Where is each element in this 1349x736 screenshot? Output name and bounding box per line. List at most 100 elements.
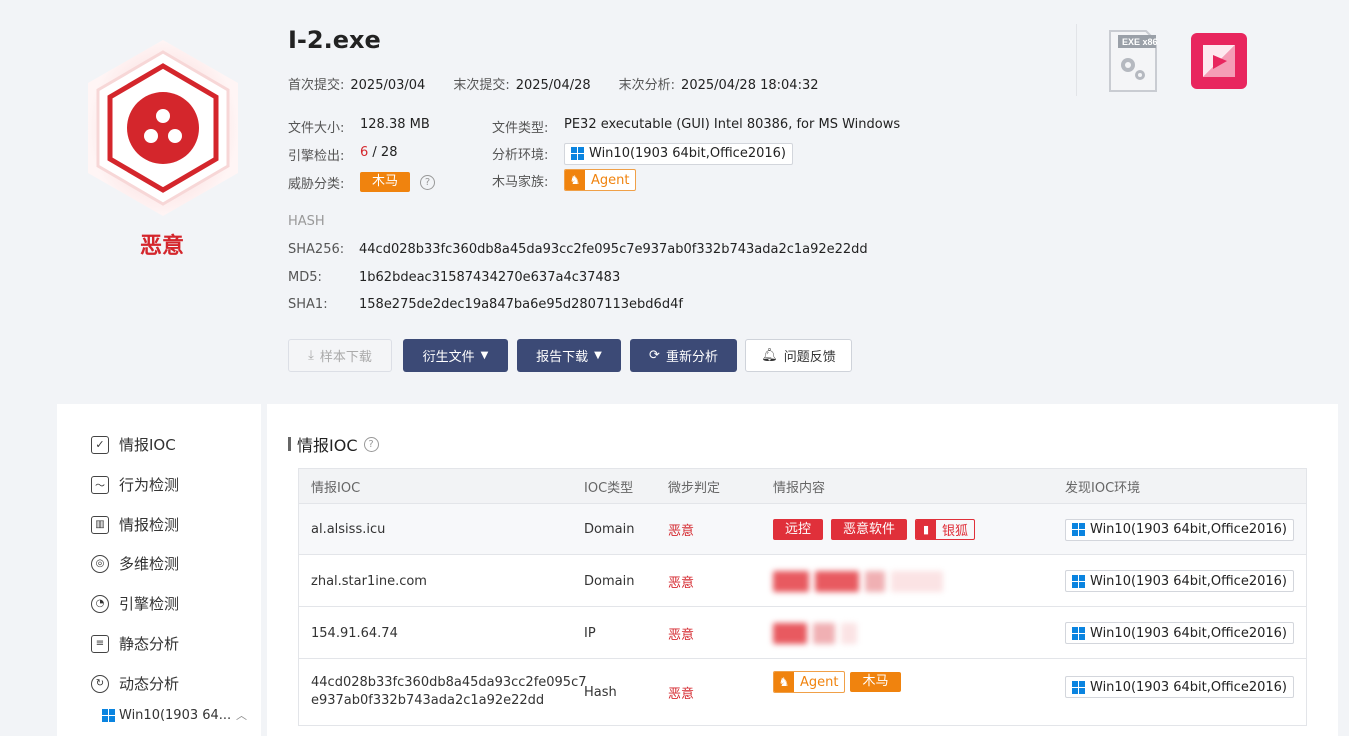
file-name: I-2.exe bbox=[288, 26, 381, 54]
verdict-label: 恶意 bbox=[139, 234, 184, 259]
sha256-value[interactable]: 44cd028b33fc360db8a45da93cc2fe095c7e937a… bbox=[359, 242, 868, 257]
table-row[interactable]: 154.91.64.74 IP 恶意 Win10(1903 64bit,Offi… bbox=[299, 607, 1306, 659]
reanalyze-button[interactable]: ⟳ 重新分析 bbox=[630, 339, 737, 372]
ioc-verdict: 恶意 bbox=[668, 686, 695, 702]
table-row[interactable]: 44cd028b33fc360db8a45da93cc2fe095c7 e937… bbox=[299, 659, 1306, 725]
ioc-verdict: 恶意 bbox=[668, 524, 695, 539]
monitor-icon: 〜 bbox=[91, 475, 109, 494]
table-row[interactable]: al.alsiss.icu Domain 恶意 远控 恶意软件 ▮ 银狐 Win1… bbox=[299, 504, 1306, 555]
last-analysis-value: 2025/04/28 18:04:32 bbox=[681, 78, 819, 93]
windows-icon bbox=[571, 147, 584, 160]
intel-tags-redacted bbox=[773, 555, 949, 607]
layout-icon: ▥ bbox=[91, 515, 109, 534]
section-title: 情报IOC ? bbox=[288, 432, 379, 456]
ioc-panel: 情报IOC ? 情报IOC IOC类型 微步判定 情报内容 发现IOC环境 al… bbox=[267, 404, 1338, 736]
horse-icon: ♞ bbox=[565, 170, 585, 190]
env-label: 分析环境: bbox=[492, 147, 549, 163]
refresh-icon: ⟳ bbox=[649, 348, 660, 363]
ioc-value[interactable]: 154.91.64.74 bbox=[311, 607, 398, 659]
md5-value[interactable]: 1b62bdeac31587434270e637a4c37483 bbox=[359, 270, 620, 285]
file-type-label: 文件类型: bbox=[492, 121, 549, 136]
submission-dates: 首次提交: 2025/03/04 末次提交: 2025/04/28 末次分析: 2025/… bbox=[288, 74, 825, 93]
chevron-down-icon: ▼ bbox=[594, 350, 602, 361]
ioc-verdict: 恶意 bbox=[668, 575, 695, 591]
sidebar-item-intel-detection[interactable]: ▥ 情报检测 bbox=[91, 514, 179, 535]
sidebar-item-dynamic[interactable]: ↻ 动态分析 bbox=[91, 673, 179, 694]
malicious-badge-icon bbox=[83, 38, 243, 218]
derived-files-button[interactable]: 衍生文件 ▼ bbox=[403, 339, 508, 372]
windows-icon bbox=[1072, 574, 1085, 588]
ioc-value[interactable]: zhal.star1ine.com bbox=[311, 555, 427, 607]
intel-tags: ♞ Agent 木马 bbox=[773, 659, 901, 705]
family-label: 木马家族: bbox=[492, 174, 549, 190]
sidebar-item-behavior[interactable]: 〜行为检测 bbox=[91, 474, 179, 495]
file-summary: 恶意 I-2.exe 首次提交: 2025/03/04 末次提交: 2025/04/2… bbox=[0, 0, 1349, 400]
chevron-down-icon: ▼ bbox=[480, 350, 489, 361]
threat-tag[interactable]: 木马 bbox=[360, 172, 411, 192]
column-header: 发现IOC环境 bbox=[1065, 481, 1141, 496]
horse-icon: ♞ bbox=[774, 672, 794, 692]
file-type-value: PE32 executable (GUI) Intel 80386, for M… bbox=[564, 117, 901, 132]
exe-file-icon: EXE x86 bbox=[1108, 29, 1158, 93]
help-icon[interactable]: ? bbox=[420, 174, 436, 190]
intel-tags: 远控 恶意软件 ▮ 银狐 bbox=[773, 504, 976, 555]
ioc-table: 情报IOC IOC类型 微步判定 情报内容 发现IOC环境 al.alsiss.… bbox=[298, 468, 1307, 726]
sidebar-item-static[interactable]: ≡ 静态分析 bbox=[91, 633, 179, 654]
threat-label: 威胁分类: bbox=[288, 176, 345, 192]
sidebar-item-intel-ioc[interactable]: ✓ 情报IOC bbox=[91, 434, 176, 455]
env-tag[interactable]: Win10(1903 64bit,Office2016) bbox=[1065, 518, 1294, 541]
engines-total: / 28 bbox=[372, 145, 398, 160]
family-tag[interactable]: ♞ Agent bbox=[564, 169, 637, 191]
tag[interactable]: 恶意软件 bbox=[831, 519, 908, 540]
md5-row: MD5: 1b62bdeac31587434270e637a4c37483 bbox=[288, 270, 621, 285]
sha256-row: SHA256: 44cd028b33fc360db8a45da93cc2fe09… bbox=[288, 242, 868, 257]
ioc-type: Hash bbox=[584, 684, 617, 700]
last-submit-label: 末次提交: bbox=[453, 78, 510, 93]
env-tag[interactable]: Win10(1903 64bit,Office2016) bbox=[1065, 676, 1294, 698]
last-analysis-label: 末次分析: bbox=[618, 78, 676, 93]
svg-text:EXE x86: EXE x86 bbox=[1122, 37, 1158, 47]
sha1-value[interactable]: 158e275de2dec19a847ba6e95d2807113ebd6d4f bbox=[359, 297, 683, 312]
table-row[interactable]: zhal.star1ine.com Domain 恶意 Win10(1903 6… bbox=[299, 555, 1306, 607]
ioc-value[interactable]: al.alsiss.icu bbox=[311, 504, 385, 555]
download-icon: ⤓ bbox=[308, 348, 314, 363]
first-submit-value: 2025/03/04 bbox=[350, 78, 426, 93]
sidebar-item-multi-detection[interactable]: ◎ 多维检测 bbox=[91, 553, 179, 574]
file-size: 文件大小: 128.38 MB bbox=[288, 117, 430, 136]
file-size-label: 文件大小: bbox=[288, 121, 345, 136]
intel-tags-redacted bbox=[773, 607, 863, 659]
checklist-icon: ✓ bbox=[91, 435, 109, 454]
env-tag[interactable]: Win10(1903 64bit,Office2016) bbox=[564, 142, 793, 165]
windows-icon bbox=[1072, 626, 1085, 640]
family-tag[interactable]: ♞ Agent bbox=[773, 671, 846, 693]
engines-detected: 6 bbox=[360, 145, 369, 160]
list-icon: ≡ bbox=[91, 634, 109, 653]
sidebar-item-engine[interactable]: ◔ 引擎检测 bbox=[91, 593, 179, 614]
radar-icon: ◎ bbox=[91, 554, 109, 573]
column-header: 情报内容 bbox=[773, 481, 826, 496]
column-header: 微步判定 bbox=[668, 481, 721, 496]
feedback-button[interactable]: 🔔︎ 问题反馈 bbox=[745, 339, 852, 372]
ioc-type: Domain bbox=[584, 573, 635, 589]
chevron-up-icon[interactable]: ︿ bbox=[236, 707, 247, 723]
sidebar: ✓ 情报IOC 〜行为检测 ▥ 情报检测 ◎ 多维检测 ◔ 引擎检测 ≡ 静态分析 ↻ 动态… bbox=[57, 404, 261, 736]
env-tag[interactable]: Win10(1903 64bit,Office2016) bbox=[1065, 622, 1294, 644]
threat-tag[interactable]: 木马 bbox=[850, 672, 901, 692]
bell-icon: 🔔︎ bbox=[761, 348, 778, 363]
gauge-icon: ◔ bbox=[91, 594, 109, 613]
tag[interactable]: ▮ 银狐 bbox=[915, 519, 976, 540]
tag[interactable]: 远控 bbox=[773, 519, 824, 540]
ioc-value[interactable]: 44cd028b33fc360db8a45da93cc2fe095c7 e937… bbox=[311, 659, 587, 725]
windows-icon bbox=[102, 708, 115, 722]
download-sample-button[interactable]: ⤓ 样本下载 bbox=[288, 339, 392, 372]
app-icon bbox=[1191, 33, 1247, 89]
file-type: 文件类型: PE32 executable (GUI) Intel 80386,… bbox=[492, 117, 900, 136]
sidebar-subitem-env[interactable]: Win10(1903 64... ︿ bbox=[102, 707, 247, 723]
file-size-value: 128.38 MB bbox=[360, 117, 430, 132]
report-download-button[interactable]: 报告下载 ▼ bbox=[517, 339, 621, 372]
help-icon[interactable]: ? bbox=[363, 436, 379, 452]
engines-label: 引擎检出: bbox=[288, 149, 345, 164]
last-submit-value: 2025/04/28 bbox=[515, 78, 591, 93]
env-tag[interactable]: Win10(1903 64bit,Office2016) bbox=[1065, 570, 1294, 592]
column-header: IOC类型 bbox=[584, 481, 634, 496]
